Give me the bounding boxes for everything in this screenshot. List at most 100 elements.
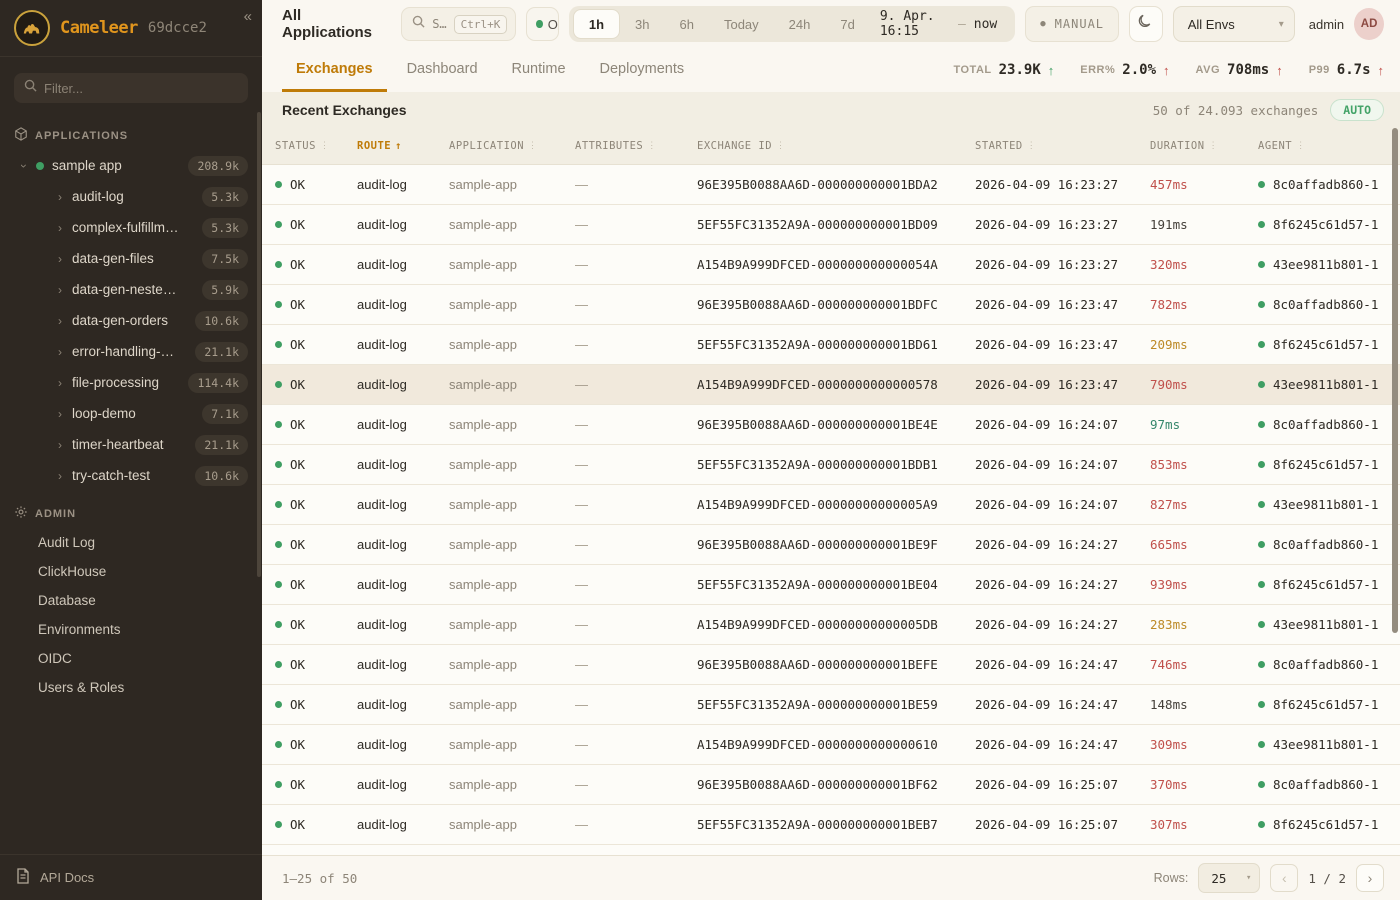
table-row[interactable]: OK audit-log sample-app — 5EF55FC31352A9… (262, 685, 1400, 725)
sidebar-scrollbar[interactable] (257, 112, 261, 577)
agent-status-dot (1258, 661, 1265, 668)
tab-deployments[interactable]: Deployments (586, 48, 699, 92)
time-range-7d[interactable]: 7d (825, 9, 869, 39)
table-row[interactable]: OK audit-log sample-app — A154B9A999DFCE… (262, 605, 1400, 645)
tab-runtime[interactable]: Runtime (498, 48, 580, 92)
tabs-row: ExchangesDashboardRuntimeDeployments TOT… (262, 48, 1400, 92)
table-row[interactable]: OK audit-log sample-app — A154B9A999DFCE… (262, 365, 1400, 405)
column-header-started[interactable]: STARTED⋮ (975, 140, 1150, 152)
prev-page-button[interactable]: ‹ (1270, 864, 1298, 892)
manual-refresh-button[interactable]: ● MANUAL (1025, 6, 1119, 42)
agent-status-dot (1258, 301, 1265, 308)
time-range-today[interactable]: Today (709, 9, 774, 39)
column-header-exchange-id[interactable]: EXCHANGE ID ⋮ (697, 140, 975, 152)
time-range-6h[interactable]: 6h (665, 9, 709, 39)
sidebar-item-route[interactable]: ›try-catch-test10.6k (0, 460, 262, 491)
column-label: EXCHANGE ID (697, 140, 772, 152)
sidebar-item-sample-app[interactable]: › sample app 208.9k (0, 150, 262, 181)
tab-dashboard[interactable]: Dashboard (393, 48, 492, 92)
sidebar-item-route[interactable]: ›file-processing114.4k (0, 367, 262, 398)
ok-status-dot (275, 261, 282, 268)
time-range-24h[interactable]: 24h (774, 9, 826, 39)
table-row[interactable]: OK audit-log sample-app — 96E395B0088AA6… (262, 645, 1400, 685)
app-version: 69dcce2 (148, 20, 207, 36)
table-row[interactable]: OK audit-log sample-app — 96E395B0088AA6… (262, 405, 1400, 445)
status-filter-button[interactable]: O (526, 7, 558, 41)
column-header-duration[interactable]: DURATION⋮ (1150, 140, 1258, 152)
time-range-control: 1h3h6hToday24h7d 9. Apr. 16:15 – now (569, 6, 1015, 42)
column-header-status[interactable]: STATUS⋮ (275, 140, 357, 152)
table-row[interactable]: OK audit-log sample-app — 96E395B0088AA6… (262, 165, 1400, 205)
time-range-3h[interactable]: 3h (620, 9, 664, 39)
sidebar-item-admin[interactable]: Database (0, 586, 262, 615)
column-menu-icon: ⋮ (1027, 141, 1037, 151)
auto-refresh-badge[interactable]: AUTO (1330, 99, 1384, 121)
range-to: now (974, 17, 997, 32)
column-header-route[interactable]: ROUTE↑ (357, 140, 449, 152)
ok-status-dot (275, 661, 282, 668)
next-page-button[interactable]: › (1356, 864, 1384, 892)
stat-value: 2.0% (1122, 62, 1156, 78)
sidebar-item-admin[interactable]: Environments (0, 615, 262, 644)
route-name: try-catch-test (72, 468, 189, 483)
ok-status-dot (275, 701, 282, 708)
avatar[interactable]: AD (1354, 8, 1384, 40)
table-row[interactable]: OK audit-log sample-app — 96E395B0088AA6… (262, 765, 1400, 805)
api-docs-link[interactable]: API Docs (0, 854, 262, 900)
table-row[interactable]: OK audit-log sample-app — 96E395B0088AA6… (262, 525, 1400, 565)
table-row[interactable]: OK audit-log sample-app — 5EF55FC31352A9… (262, 205, 1400, 245)
agent-status-dot (1258, 701, 1265, 708)
sidebar-item-route[interactable]: ›data-gen-files7.5k (0, 243, 262, 274)
sidebar-item-route[interactable]: ›timer-heartbeat21.1k (0, 429, 262, 460)
sidebar-item-route[interactable]: ›complex-fulfillm…5.3k (0, 212, 262, 243)
ok-status-dot (275, 581, 282, 588)
column-header-application[interactable]: APPLICATION⋮ (449, 140, 575, 152)
sidebar-item-admin[interactable]: OIDC (0, 644, 262, 673)
count-badge: 21.1k (195, 342, 248, 362)
applications-section: APPLICATIONS › sample app 208.9k ›audit-… (0, 113, 262, 491)
route-name: timer-heartbeat (72, 437, 189, 452)
agent-status-dot (1258, 581, 1265, 588)
column-header-agent[interactable]: AGENT⋮ (1258, 140, 1400, 152)
table-row[interactable]: OK audit-log sample-app — 96E395B0088AA6… (262, 285, 1400, 325)
column-header-attributes[interactable]: ATTRIBUTES⋮ (575, 140, 697, 152)
stat-label: P99 (1309, 64, 1330, 76)
route-name: audit-log (72, 189, 196, 204)
sidebar-item-route[interactable]: ›loop-demo7.1k (0, 398, 262, 429)
chevron-down-icon: › (22, 159, 36, 173)
table-row[interactable]: OK audit-log sample-app — A154B9A999DFCE… (262, 245, 1400, 285)
theme-toggle-button[interactable] (1129, 6, 1163, 42)
sidebar-item-route[interactable]: ›audit-log5.3k (0, 181, 262, 212)
chevron-right-icon: › (58, 283, 72, 297)
rows-per-page-select[interactable]: 25 ▾ (1198, 863, 1260, 893)
table-scrollbar[interactable] (1392, 128, 1398, 633)
global-search[interactable]: S… Ctrl+K (401, 7, 516, 41)
sidebar-item-route[interactable]: ›data-gen-neste…5.9k (0, 274, 262, 305)
custom-date-range[interactable]: 9. Apr. 16:15 – now (870, 9, 1011, 39)
tab-exchanges[interactable]: Exchanges (282, 48, 387, 92)
column-menu-icon: ⋮ (776, 141, 786, 151)
agent-status-dot (1258, 781, 1265, 788)
column-label: APPLICATION (449, 140, 524, 152)
table-row[interactable]: OK audit-log sample-app — 5EF55FC31352A9… (262, 325, 1400, 365)
table-row[interactable]: OK audit-log sample-app — A154B9A999DFCE… (262, 485, 1400, 525)
time-range-1h[interactable]: 1h (573, 9, 620, 39)
sidebar-item-admin[interactable]: Users & Roles (0, 673, 262, 702)
sidebar-filter[interactable] (14, 73, 248, 103)
page-indicator: 1 / 2 (1308, 871, 1346, 886)
sidebar-item-admin[interactable]: Audit Log (0, 528, 262, 557)
ok-status-dot (275, 221, 282, 228)
sidebar-item-route[interactable]: ›error-handling-…21.1k (0, 336, 262, 367)
environment-select[interactable]: All Envs ▾ (1173, 6, 1295, 42)
app-logo-title: Cameleer (60, 18, 138, 38)
table-row[interactable]: OK audit-log sample-app — A154B9A999DFCE… (262, 725, 1400, 765)
filter-input[interactable] (44, 81, 238, 96)
sidebar-collapse-icon[interactable]: « (244, 8, 252, 25)
main-panel: All Applications S… Ctrl+K O 1h3h6hToday… (262, 0, 1400, 900)
table-row[interactable]: OK audit-log sample-app — 5EF55FC31352A9… (262, 445, 1400, 485)
sidebar-item-admin[interactable]: ClickHouse (0, 557, 262, 586)
ok-status-dot (275, 741, 282, 748)
table-row[interactable]: OK audit-log sample-app — 5EF55FC31352A9… (262, 805, 1400, 845)
sidebar-item-route[interactable]: ›data-gen-orders10.6k (0, 305, 262, 336)
table-row[interactable]: OK audit-log sample-app — 5EF55FC31352A9… (262, 565, 1400, 605)
